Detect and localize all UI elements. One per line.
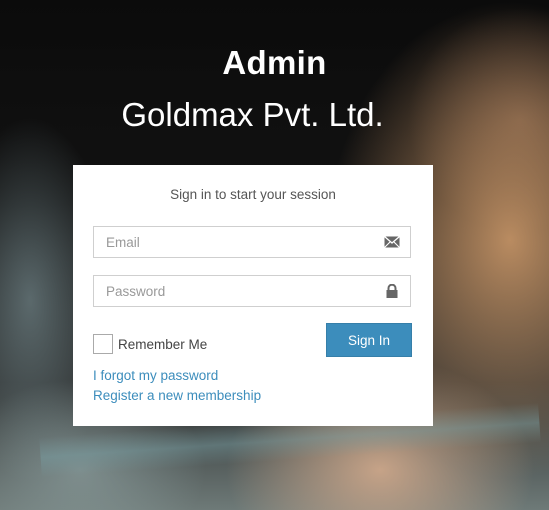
company-name: Goldmax Pvt. Ltd. (121, 96, 384, 133)
sign-in-button[interactable]: Sign In (326, 323, 412, 357)
remember-me-label[interactable]: Remember Me (118, 337, 207, 352)
envelope-icon (384, 235, 400, 249)
forgot-password-link[interactable]: I forgot my password (93, 368, 218, 383)
login-box: Sign in to start your session Remember M… (73, 165, 433, 426)
register-link[interactable]: Register a new membership (93, 388, 261, 403)
remember-me-checkbox[interactable] (93, 334, 113, 354)
remember-me: Remember Me (93, 334, 207, 354)
login-box-message: Sign in to start your session (170, 187, 336, 202)
email-field (93, 226, 411, 258)
password-input[interactable] (94, 276, 366, 306)
lock-icon (384, 283, 400, 298)
email-input[interactable] (94, 227, 366, 257)
page-title: Admin (222, 44, 327, 81)
password-field (93, 275, 411, 307)
